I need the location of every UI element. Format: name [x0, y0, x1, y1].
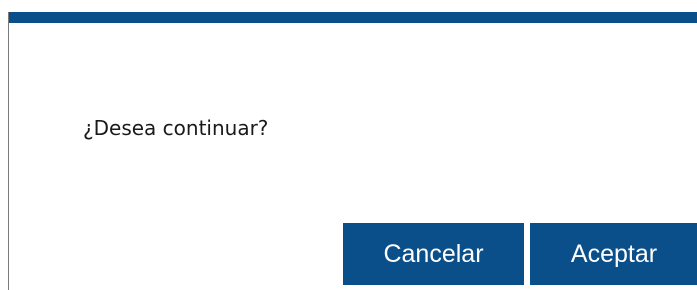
accept-button[interactable]: Aceptar — [530, 223, 697, 285]
cancel-button[interactable]: Cancelar — [343, 223, 524, 285]
dialog-message: ¿Desea continuar? — [83, 116, 269, 140]
confirm-dialog: ¿Desea continuar? Cancelar Aceptar — [8, 12, 697, 290]
dialog-title-bar — [9, 12, 697, 23]
